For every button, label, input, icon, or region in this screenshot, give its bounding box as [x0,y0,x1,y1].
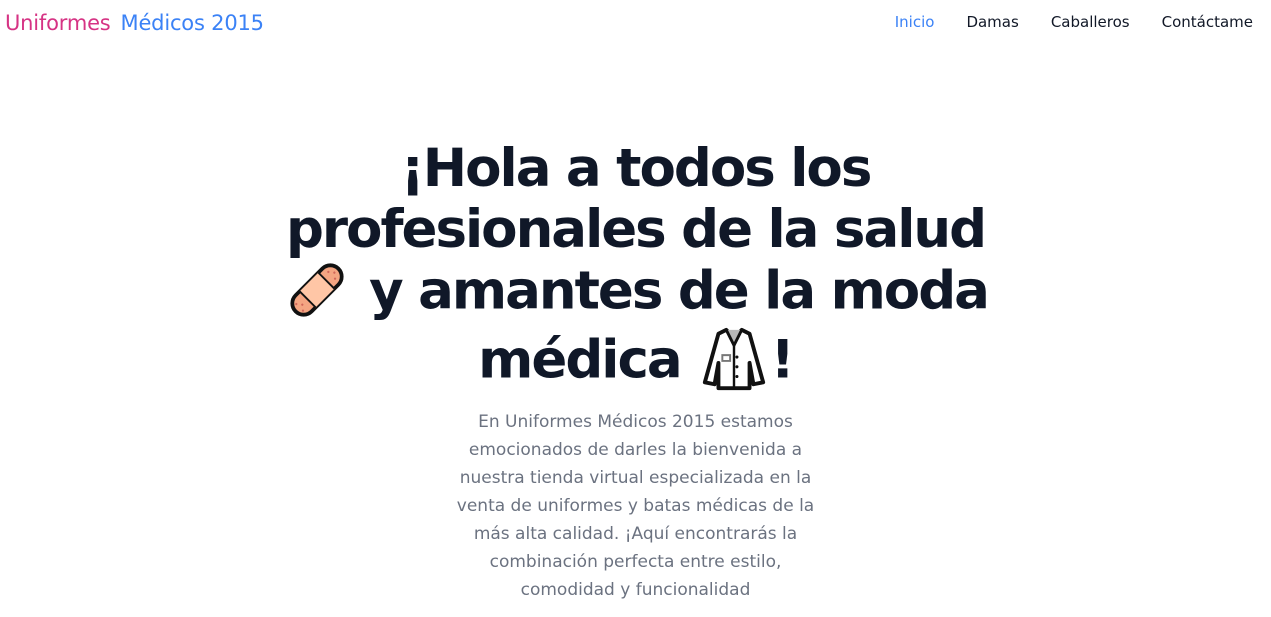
hero-section: ¡Hola a todos los profesionales de la sa… [0,138,1271,604]
brand-name-part-1: Uniformes [5,11,111,35]
page: Uniformes Médicos 2015 Inicio Damas Cabal… [0,0,1271,617]
hero-title-line-1: ¡Hola a todos los [400,138,873,199]
hero-title-line-2: profesionales de la salud [285,199,987,260]
nav-link-contactame[interactable]: Contáctame [1162,12,1253,32]
hero-title-line-4-text: médica [478,329,682,391]
adhesive-bandage-icon [290,263,344,317]
nav-link-damas[interactable]: Damas [966,12,1018,32]
hero-title-line-4: médica ! [256,327,1016,398]
nav-link-caballeros[interactable]: Caballeros [1051,12,1130,32]
nav-link-inicio[interactable]: Inicio [895,12,935,32]
brand-name-part-2: Médicos 2015 [120,11,264,35]
top-navigation: Uniformes Médicos 2015 Inicio Damas Cabal… [0,0,1271,44]
main-nav: Inicio Damas Caballeros Contáctame [895,12,1253,32]
hero-title: ¡Hola a todos los profesionales de la sa… [256,138,1016,398]
hero-title-line-3-text: y amantes de la moda [369,260,990,322]
hero-title-line-3: y amantes de la moda [256,260,1016,328]
brand-logo-link[interactable]: Uniformes Médicos 2015 [5,9,264,37]
hero-description: En Uniformes Médicos 2015 estamos emocio… [456,412,815,600]
lab-coat-icon [702,327,765,391]
hero-title-line-4-suffix: ! [770,329,795,391]
